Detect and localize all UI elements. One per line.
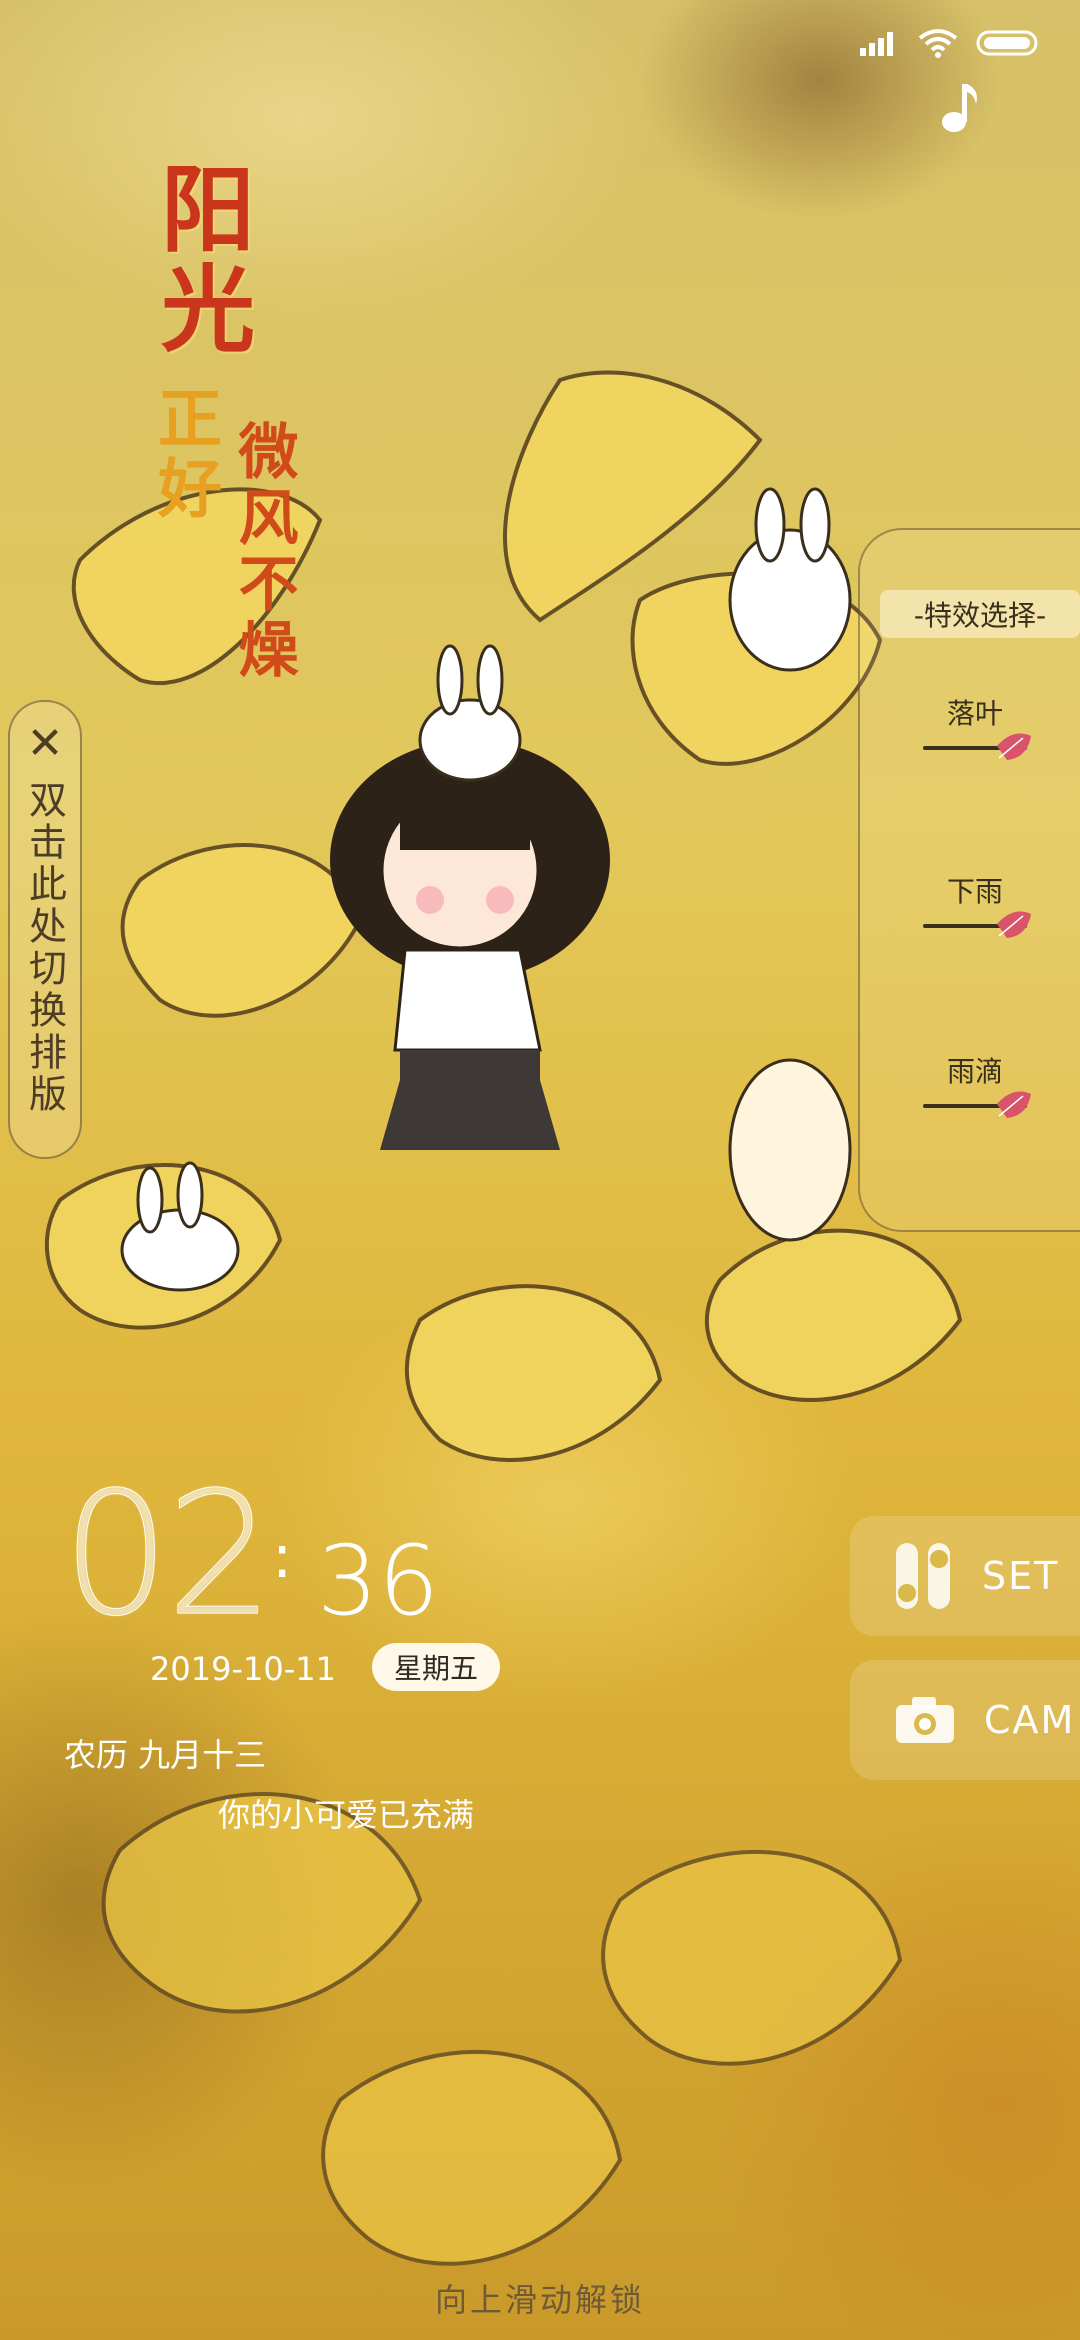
lunar-date: 农历 九月十三 (64, 1736, 267, 1774)
effect-slider[interactable] (923, 911, 1031, 938)
effect-label: 下雨 (946, 875, 1003, 908)
clock-separator: : (272, 1522, 293, 1592)
toggle-icon (896, 1543, 950, 1609)
swipe-unlock-hint[interactable]: 向上滑动解锁 (0, 2275, 1080, 2321)
effects-panel: -特效选择- 落叶 下雨 雨滴 (858, 528, 1080, 1232)
clock-hour: 02 (61, 1456, 274, 1654)
music-note-icon[interactable] (940, 80, 980, 138)
layout-toggle-button[interactable]: ✕ 双击此处切换排版 (8, 700, 82, 1159)
leaf-slider-knob-icon[interactable] (993, 728, 1033, 764)
cam-label: CAM (984, 1698, 1076, 1742)
title-line-1: 阳光 (145, 160, 255, 360)
lock-clock: 02 : 36 (61, 1456, 439, 1654)
title-line-3: 微风不燥 (228, 420, 298, 684)
weekday-badge: 星期五 (372, 1643, 501, 1691)
wifi-icon (918, 29, 958, 58)
effect-rain[interactable]: 下雨 (890, 870, 1060, 938)
leaf-slider-knob-icon[interactable] (993, 906, 1033, 942)
date-text: 2019-10-11 (150, 1650, 336, 1688)
effect-label: 雨滴 (946, 1055, 1003, 1088)
effect-slider[interactable] (923, 733, 1031, 760)
battery-icon (976, 30, 1038, 56)
set-button[interactable]: SET (850, 1516, 1080, 1636)
effect-falling-leaves[interactable]: 落叶 (890, 692, 1060, 760)
layout-toggle-label: 双击此处切换排版 (22, 780, 67, 1116)
status-bar (860, 28, 1040, 58)
girl-character (330, 740, 610, 1150)
camera-button[interactable]: CAM (850, 1660, 1080, 1780)
leaf-slider-knob-icon[interactable] (993, 1086, 1033, 1122)
effect-raindrops[interactable]: 雨滴 (890, 1050, 1060, 1118)
effect-label: 落叶 (946, 697, 1003, 730)
signal-bars-icon (860, 32, 893, 56)
title-line-2: 正好 (147, 385, 222, 525)
effect-slider[interactable] (923, 1091, 1031, 1118)
camera-icon (896, 1697, 954, 1743)
clock-minute: 36 (317, 1525, 440, 1637)
charge-status: 你的小可爱已充满 (218, 1796, 475, 1834)
close-icon[interactable]: ✕ (27, 722, 64, 766)
set-label: SET (982, 1554, 1060, 1598)
effects-panel-title: -特效选择- (880, 590, 1080, 638)
